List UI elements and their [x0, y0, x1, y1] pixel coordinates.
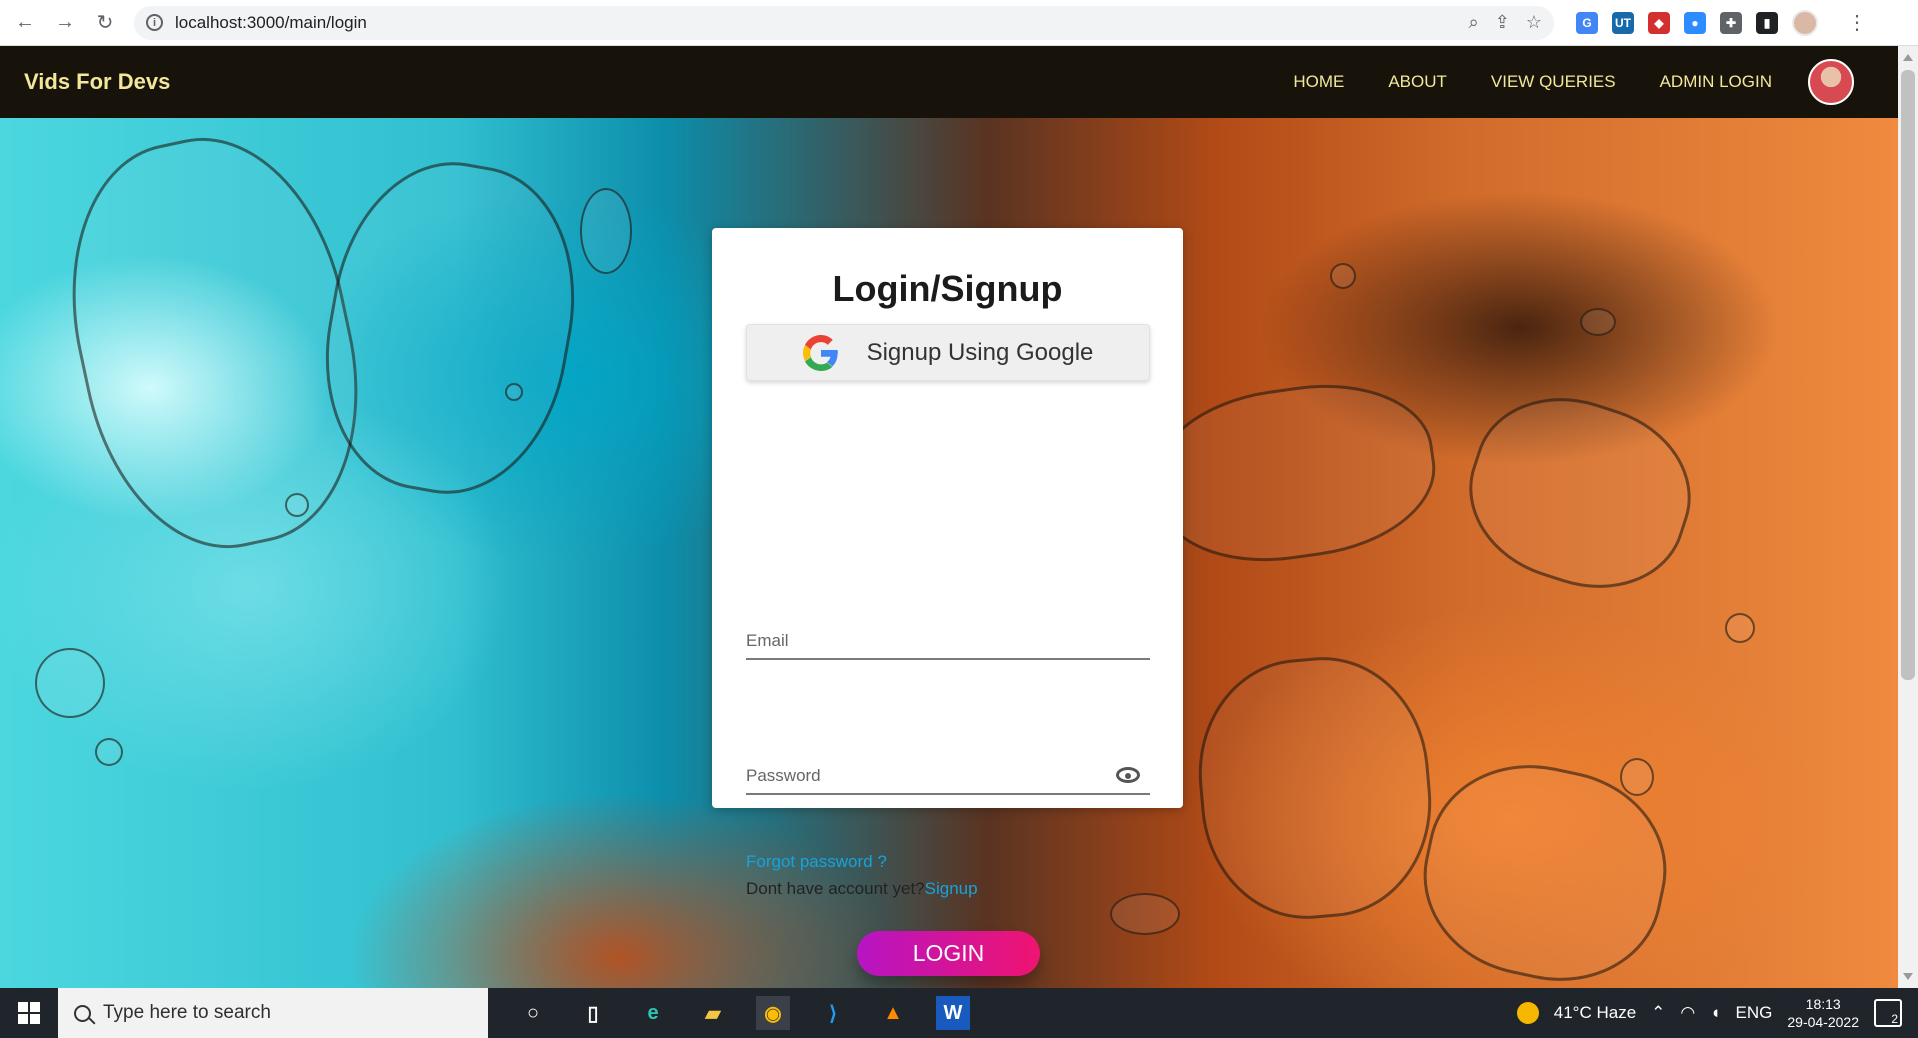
tray-overflow-icon[interactable]: ⌃	[1651, 1003, 1665, 1023]
zoom-extension-icon[interactable]: ●	[1684, 11, 1706, 34]
taskbar-search-box[interactable]: Type here to search	[58, 988, 488, 1038]
weather-icon	[1516, 1002, 1539, 1024]
signup-link[interactable]: Signup	[925, 879, 978, 898]
network-icon[interactable]: ◠	[1680, 1003, 1695, 1023]
pinned-taskbar-apps: ○ ▯ e ▰ ◉ ⟩ ▲ W	[516, 996, 970, 1030]
brand-logo-text[interactable]: Vids For Devs	[24, 69, 170, 95]
system-tray: 41°C Haze ⌃ ◠ ◖ ENG 18:13 29-04-2022 2	[1516, 995, 1918, 1031]
system-clock[interactable]: 18:13 29-04-2022	[1787, 995, 1859, 1031]
chrome-icon[interactable]: ◉	[756, 996, 790, 1030]
background-water-drop	[1330, 263, 1356, 289]
login-button[interactable]: LOGIN	[857, 931, 1040, 976]
background-water-drop	[505, 383, 523, 401]
windows-logo-icon	[18, 1002, 40, 1024]
weather-text[interactable]: 41°C Haze	[1554, 1003, 1636, 1023]
windows-taskbar: Type here to search ○ ▯ e ▰ ◉ ⟩ ▲ W 41°C…	[0, 988, 1918, 1038]
browser-profile-avatar[interactable]	[1792, 9, 1818, 36]
search-icon	[74, 1004, 91, 1022]
forgot-password-link[interactable]: Forgot password ?	[746, 852, 887, 872]
signup-prompt-line: Dont have account yet?Signup	[746, 879, 978, 899]
volume-icon[interactable]: ◖	[1710, 1003, 1720, 1023]
background-water-shape	[1189, 648, 1441, 928]
reload-icon[interactable]: ↻	[90, 8, 120, 38]
background-water-shape	[1144, 369, 1446, 577]
background-water-drop	[1725, 613, 1755, 643]
scroll-down-arrow-icon[interactable]	[1903, 973, 1913, 980]
password-field[interactable]	[746, 759, 1150, 795]
main-menu: HOME ABOUT VIEW QUERIES ADMIN LOGIN	[1293, 72, 1772, 92]
puzzle-icon[interactable]: ✚	[1720, 11, 1742, 34]
nav-home-link[interactable]: HOME	[1293, 72, 1344, 92]
task-view-icon[interactable]: ▯	[576, 996, 610, 1030]
scroll-up-arrow-icon[interactable]	[1903, 54, 1913, 61]
background-water-drop	[95, 738, 123, 766]
email-field[interactable]	[746, 624, 1150, 660]
forward-icon[interactable]: →	[50, 8, 80, 38]
nav-view-queries-link[interactable]: VIEW QUERIES	[1491, 72, 1616, 92]
notification-count: 2	[1891, 1012, 1898, 1026]
back-icon[interactable]: ←	[10, 8, 40, 38]
browser-toolbar: ← → ↻ i localhost:3000/main/login ⌕ ⇪ ☆ …	[0, 0, 1918, 46]
extensions-row: G UT ◆ ● ✚ ▮ ⋮	[1576, 8, 1872, 38]
red-extension-icon[interactable]: ◆	[1648, 11, 1670, 34]
notifications-icon[interactable]: 2	[1874, 999, 1902, 1027]
google-icon	[802, 334, 838, 371]
background-water-drop	[285, 493, 309, 517]
browser-menu-icon[interactable]: ⋮	[1842, 8, 1872, 38]
clock-date: 29-04-2022	[1787, 1014, 1859, 1030]
background-water-drop	[1110, 893, 1180, 935]
ut-extension-icon[interactable]: UT	[1612, 11, 1634, 34]
share-icon[interactable]: ⇪	[1495, 12, 1510, 33]
background-water-drop	[1620, 758, 1654, 796]
bookmark-star-icon[interactable]: ☆	[1526, 12, 1542, 33]
zoom-icon[interactable]: ⌕	[1469, 12, 1479, 33]
page-scrollbar[interactable]	[1898, 46, 1918, 988]
user-avatar[interactable]	[1808, 59, 1854, 105]
vscode-icon[interactable]: ⟩	[816, 996, 850, 1030]
background-water-drop	[35, 648, 105, 718]
language-indicator[interactable]: ENG	[1736, 1003, 1773, 1023]
url-text: localhost:3000/main/login	[175, 12, 367, 32]
edge-icon[interactable]: e	[636, 996, 670, 1030]
address-bar[interactable]: i localhost:3000/main/login ⌕ ⇪ ☆	[134, 5, 1554, 40]
app-navbar: Vids For Devs HOME ABOUT VIEW QUERIES AD…	[0, 46, 1898, 118]
address-bar-actions: ⌕ ⇪ ☆	[1469, 12, 1542, 33]
translate-extension-icon[interactable]: G	[1576, 11, 1598, 34]
background-water-shape	[1447, 373, 1713, 613]
background-water-drop	[1580, 308, 1616, 336]
password-input[interactable]	[746, 759, 1150, 791]
google-signup-label: Signup Using Google	[866, 338, 1094, 366]
file-explorer-icon[interactable]: ▰	[696, 996, 730, 1030]
sidebar-icon[interactable]: ▮	[1756, 11, 1778, 34]
background-water-drop	[580, 188, 632, 274]
cortana-icon[interactable]: ○	[516, 996, 550, 1030]
start-button[interactable]	[0, 988, 58, 1038]
vlc-icon[interactable]: ▲	[876, 996, 910, 1030]
page-title: Login/Signup	[832, 268, 1063, 309]
show-password-icon[interactable]	[1116, 767, 1140, 783]
login-card: Login/Signup Signup Using Google Forgot …	[712, 228, 1183, 976]
signup-prompt-text: Dont have account yet?	[746, 879, 925, 898]
word-icon[interactable]: W	[936, 996, 970, 1030]
email-input[interactable]	[746, 624, 1150, 656]
scrollbar-thumb[interactable]	[1901, 70, 1915, 680]
google-signup-button[interactable]: Signup Using Google	[746, 324, 1150, 381]
clock-time: 18:13	[1805, 996, 1841, 1012]
taskbar-search-placeholder: Type here to search	[103, 1002, 271, 1023]
site-info-icon[interactable]: i	[146, 14, 163, 31]
nav-about-link[interactable]: ABOUT	[1388, 72, 1447, 92]
nav-admin-login-link[interactable]: ADMIN LOGIN	[1660, 72, 1772, 92]
